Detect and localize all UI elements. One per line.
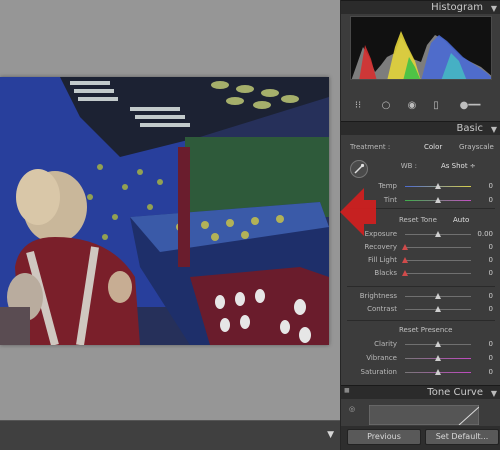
tone-curve-title: Tone Curve (427, 387, 483, 398)
slider-label: Contrast (367, 305, 397, 313)
slider-value[interactable]: 0 (473, 354, 493, 362)
slider-label: Recovery (364, 243, 397, 251)
slider-knob[interactable] (435, 293, 441, 299)
slider-knob[interactable] (402, 270, 408, 276)
set-default-button[interactable]: Set Default... (425, 429, 499, 445)
red-arrow-annotation (340, 188, 376, 236)
slider-track[interactable] (405, 341, 471, 347)
filmstrip-toolbar: ▼ (0, 420, 340, 450)
histogram-title: Histogram (431, 2, 483, 13)
histogram-tool-row: ⁝⁝ ○ ◉ ▯ ●━━ (349, 96, 493, 116)
divider (347, 286, 495, 287)
slider-value[interactable]: 0 (473, 368, 493, 376)
reset-tone-button[interactable]: Reset Tone (399, 216, 437, 224)
wb-preset-dropdown[interactable]: As Shot ÷ (441, 162, 476, 170)
image-workspace: ▼ (0, 0, 340, 450)
slider-value[interactable]: 0 (473, 243, 493, 251)
slider-track[interactable] (402, 244, 471, 250)
slider-knob[interactable] (435, 355, 441, 361)
slider-value[interactable]: 0 (473, 256, 493, 264)
slider-track[interactable] (405, 197, 471, 203)
slider-track[interactable] (405, 183, 471, 189)
slider-value[interactable]: 0 (473, 305, 493, 313)
slider-track[interactable] (402, 270, 471, 276)
slider-knob[interactable] (435, 341, 441, 347)
slider-knob[interactable] (435, 231, 441, 237)
slider-value[interactable]: 0 (473, 340, 493, 348)
slider-knob[interactable] (435, 306, 441, 312)
bottom-button-bar: Previous Set Default... (341, 426, 500, 450)
target-adjust-icon[interactable]: ◎ (349, 405, 355, 413)
slider-track[interactable] (405, 231, 471, 237)
previous-button[interactable]: Previous (347, 429, 421, 445)
slider-knob[interactable] (435, 369, 441, 375)
toolbar-menu-icon[interactable]: ▼ (327, 430, 334, 440)
lightroom-develop-window: ▼ Histogram ▼ ⁝⁝ ○ ◉ ▯ ●━━ Basic ▼ Treat… (0, 0, 500, 450)
slider-track[interactable] (405, 306, 471, 312)
divider (347, 320, 495, 321)
histogram-display (350, 16, 492, 80)
tone-curve-graph (369, 405, 479, 425)
crop-overlay-icon[interactable]: ⁝⁝ (351, 99, 365, 113)
slider-value[interactable]: 0.00 (473, 230, 493, 238)
photo-preview[interactable] (0, 77, 329, 345)
slider-knob[interactable] (435, 197, 441, 203)
adjustment-brush-icon[interactable]: ●━━ (451, 99, 489, 113)
slider-value[interactable]: 0 (473, 182, 493, 190)
slider-knob[interactable] (435, 183, 441, 189)
panel-side-icon: ■ (344, 387, 350, 394)
slider-label: Vibrance (366, 354, 397, 362)
tone-curve-preview[interactable]: ◎ (347, 401, 495, 425)
treatment-label: Treatment : (350, 143, 391, 151)
collapse-triangle-icon[interactable]: ▼ (491, 123, 497, 136)
collapse-triangle-icon[interactable]: ▼ (491, 387, 497, 400)
histogram-header[interactable]: Histogram ▼ (341, 0, 500, 14)
photo-image (0, 77, 329, 345)
slider-track[interactable] (402, 257, 471, 263)
collapse-triangle-icon[interactable]: ▼ (491, 2, 497, 15)
slider-track[interactable] (405, 355, 471, 361)
slider-knob[interactable] (402, 244, 408, 250)
reset-presence-button[interactable]: Reset Presence (399, 326, 452, 334)
slider-label: Saturation (360, 368, 398, 376)
slider-knob[interactable] (402, 257, 408, 263)
red-eye-icon[interactable]: ◉ (405, 99, 419, 113)
slider-track[interactable] (405, 293, 471, 299)
tone-curve-header[interactable]: ■ Tone Curve ▼ (341, 385, 500, 399)
slider-label: Clarity (374, 340, 397, 348)
wb-label: WB : (400, 162, 417, 170)
slider-value[interactable]: 0 (473, 292, 493, 300)
slider-value[interactable]: 0 (473, 269, 493, 277)
graduated-filter-icon[interactable]: ▯ (429, 99, 443, 113)
treatment-color-button[interactable]: Color (424, 143, 442, 151)
spot-removal-icon[interactable]: ○ (379, 99, 393, 113)
auto-tone-button[interactable]: Auto (453, 216, 469, 224)
slider-track[interactable] (405, 369, 471, 375)
slider-label: Fill Light (367, 256, 397, 264)
slider-label: Blacks (374, 269, 397, 277)
slider-label: Brightness (359, 292, 397, 300)
treatment-grayscale-button[interactable]: Grayscale (459, 143, 494, 151)
slider-value[interactable]: 0 (473, 196, 493, 204)
basic-header[interactable]: Basic ▼ (341, 121, 500, 135)
basic-title: Basic (456, 123, 483, 134)
